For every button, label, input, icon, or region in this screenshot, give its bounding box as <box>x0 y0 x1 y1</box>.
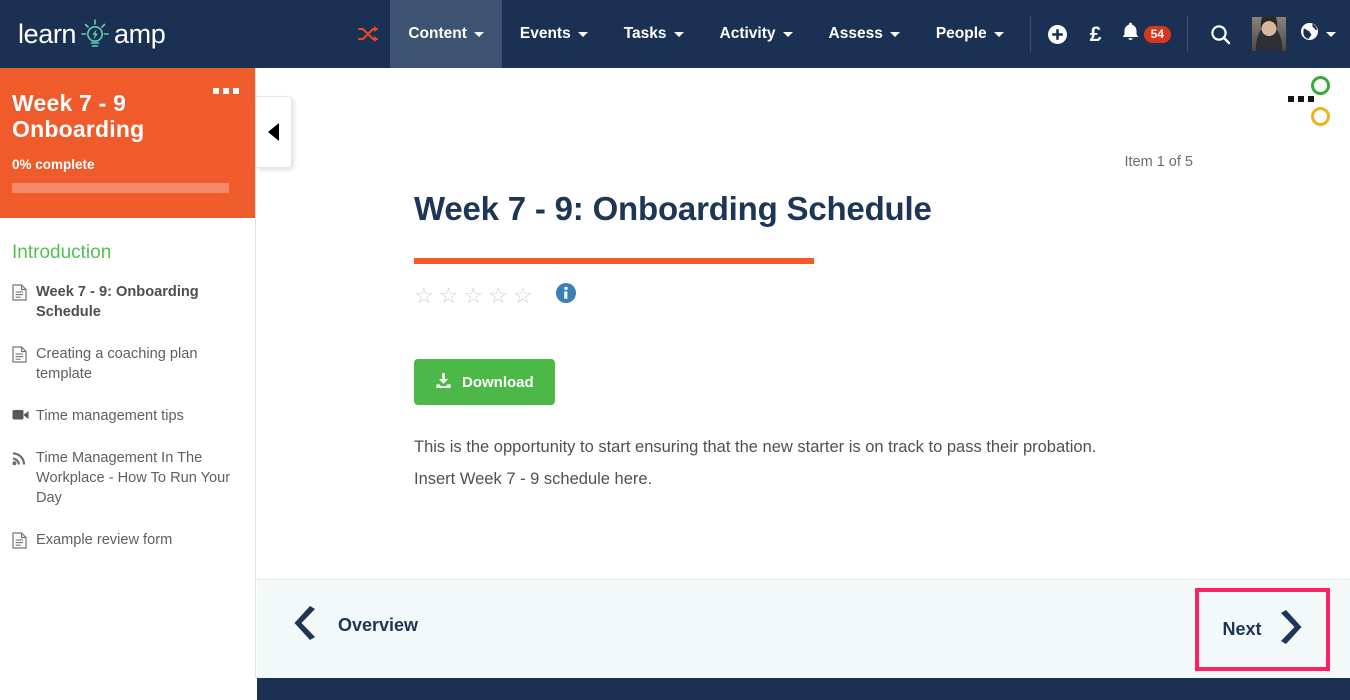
sidebar-item-label: Example review form <box>36 531 173 548</box>
lightbulb-icon <box>78 17 112 51</box>
pound-sterling-icon[interactable]: £ <box>1077 0 1115 68</box>
sidebar-item-onboarding-schedule[interactable]: Week 7 - 9: Onboarding Schedule <box>10 272 241 334</box>
sidebar-options-menu[interactable] <box>213 88 239 94</box>
chevron-down-icon <box>993 31 1004 37</box>
chevron-down-icon <box>577 31 588 37</box>
logo-text-left: learn <box>18 18 77 49</box>
content-footer-nav: Overview Next <box>257 579 1350 678</box>
chevron-left-icon <box>293 606 320 645</box>
sidebar-item-label: Time Management In The Workplace - How T… <box>36 449 231 506</box>
sidebar-item-label: Creating a coaching plan template <box>36 345 198 382</box>
notification-count-badge: 54 <box>1143 25 1171 43</box>
document-icon <box>12 284 28 302</box>
yellow-circle-icon[interactable] <box>1311 107 1330 126</box>
nav-item-label: Tasks <box>623 25 667 42</box>
learnamp-course-page: learn amp Content Events Tasks Activity … <box>0 0 1350 700</box>
sidebar-course-title: Week 7 - 9 Onboarding <box>12 90 145 142</box>
ellipsis-dot <box>223 88 229 94</box>
nav-item-content[interactable]: Content <box>390 0 502 68</box>
chevron-right-icon <box>1276 610 1303 649</box>
logo-text-right: amp <box>114 18 166 49</box>
download-icon <box>435 372 452 393</box>
bell-icon <box>1121 21 1140 47</box>
green-circle-icon[interactable] <box>1311 76 1330 95</box>
body-paragraph-1: This is the opportunity to start ensurin… <box>414 438 1097 456</box>
body-paragraph-2: Insert Week 7 - 9 schedule here. <box>414 470 653 488</box>
download-button[interactable]: Download <box>414 359 555 405</box>
sidebar-item-time-management-tips[interactable]: Time management tips <box>10 396 241 438</box>
top-navigation-bar: learn amp Content Events Tasks Activity … <box>0 0 1350 68</box>
chevron-down-icon <box>1326 31 1336 37</box>
star-icon[interactable]: ☆ <box>463 284 483 307</box>
nav-item-activity[interactable]: Activity <box>702 0 811 68</box>
nav-divider-2 <box>1187 16 1188 52</box>
sidebar-item-label: Week 7 - 9: Onboarding Schedule <box>36 284 199 320</box>
next-button[interactable]: Next <box>1195 588 1330 671</box>
ellipsis-dot <box>1288 96 1294 102</box>
overview-button-label: Overview <box>338 615 419 635</box>
info-circle-icon[interactable] <box>555 282 577 309</box>
chevron-down-icon <box>889 31 900 37</box>
document-icon <box>12 346 28 364</box>
app-logo[interactable]: learn amp <box>0 0 175 68</box>
chevron-down-icon <box>473 31 484 37</box>
nav-item-label: Content <box>408 25 467 42</box>
star-icon[interactable]: ☆ <box>414 284 434 307</box>
chevron-left-icon <box>268 123 279 141</box>
download-button-label: Download <box>462 373 534 391</box>
ellipsis-dot <box>1308 96 1314 102</box>
ellipsis-dot <box>1298 96 1304 102</box>
rating-stars[interactable]: ☆ ☆ ☆ ☆ ☆ <box>414 282 577 309</box>
content-tools <box>1288 76 1330 126</box>
sidebar-item-time-management-workplace[interactable]: Time Management In The Workplace - How T… <box>10 438 241 520</box>
rss-icon <box>12 450 28 468</box>
next-button-label: Next <box>1222 619 1262 639</box>
plus-circle-icon[interactable] <box>1039 0 1077 68</box>
chevron-down-icon <box>782 31 793 37</box>
nav-item-label: Activity <box>719 25 776 42</box>
nav-item-assess[interactable]: Assess <box>811 0 918 68</box>
star-icon[interactable]: ☆ <box>439 284 459 307</box>
sidebar-item-label: Time management tips <box>36 407 184 424</box>
nav-item-tasks[interactable]: Tasks <box>606 0 702 68</box>
nav-divider <box>1029 16 1031 52</box>
nav-item-label: Events <box>519 25 571 42</box>
notifications-button[interactable]: 54 <box>1115 0 1179 68</box>
sidebar-item-list: Week 7 - 9: Onboarding Schedule Creating… <box>0 272 255 562</box>
content-options-menu[interactable] <box>1288 96 1314 102</box>
video-icon <box>12 408 29 426</box>
course-sidebar: Week 7 - 9 Onboarding 0% complete Introd… <box>0 68 256 678</box>
star-icon[interactable]: ☆ <box>488 284 508 307</box>
sidebar-progress-bar <box>12 182 229 193</box>
primary-nav-items: Content Events Tasks Activity Assess Peo… <box>390 0 1021 68</box>
language-selector[interactable] <box>1294 0 1350 68</box>
overview-button[interactable]: Overview <box>293 606 418 645</box>
sidebar-item-coaching-plan-template[interactable]: Creating a coaching plan template <box>10 334 241 396</box>
page-bottom-strip <box>257 678 1350 700</box>
sidebar-section-heading: Introduction <box>12 242 112 263</box>
nav-item-label: Assess <box>828 25 883 42</box>
search-icon[interactable] <box>1196 0 1244 68</box>
shuffle-icon[interactable] <box>346 0 390 68</box>
nav-item-people[interactable]: People <box>918 0 1022 68</box>
item-counter: Item 1 of 5 <box>1124 154 1193 170</box>
document-icon <box>12 532 28 550</box>
ellipsis-dot <box>233 88 239 94</box>
nav-item-events[interactable]: Events <box>502 0 606 68</box>
ellipsis-dot <box>213 88 219 94</box>
sidebar-progress-label: 0% complete <box>12 156 95 172</box>
globe-icon <box>1300 22 1319 46</box>
sidebar-collapse-toggle[interactable] <box>256 96 292 168</box>
nav-item-label: People <box>935 25 987 42</box>
sidebar-item-example-review-form[interactable]: Example review form <box>10 520 241 562</box>
star-icon[interactable]: ☆ <box>513 284 533 307</box>
page-title: Week 7 - 9: Onboarding Schedule <box>414 190 932 227</box>
user-avatar-image <box>1252 17 1286 51</box>
avatar[interactable] <box>1244 0 1294 68</box>
content-panel: Item 1 of 5 Week 7 - 9: Onboarding Sched… <box>257 68 1350 579</box>
title-underline <box>414 258 814 264</box>
chevron-down-icon <box>673 31 684 37</box>
sidebar-course-header: Week 7 - 9 Onboarding 0% complete <box>0 68 255 218</box>
